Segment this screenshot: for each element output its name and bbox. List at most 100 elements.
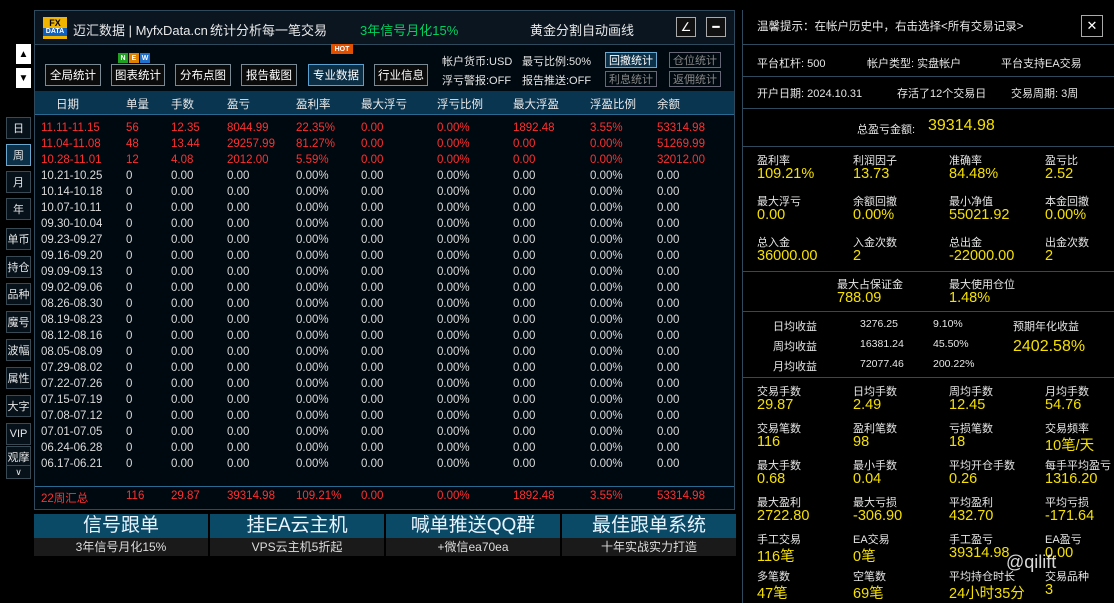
- new-badge-w: W: [140, 53, 150, 63]
- cell-1: 0: [126, 202, 133, 214]
- promo-1[interactable]: 挂EA云主机 VPS云主机5折起: [210, 514, 384, 558]
- interest-stats-button[interactable]: 利息统计: [605, 71, 657, 87]
- grid2-value-11: 1316.20: [1045, 471, 1098, 487]
- nav-button-5[interactable]: 持仓: [6, 256, 31, 278]
- cell-1: 0: [126, 410, 133, 422]
- tab-industry-info[interactable]: 行业信息: [374, 64, 428, 86]
- promo-title[interactable]: 信号跟单: [34, 514, 208, 538]
- tab-pro-data[interactable]: 专业数据: [308, 64, 364, 86]
- cell-3: 0.00: [227, 330, 250, 342]
- cell-4: 0.00%: [296, 298, 329, 310]
- total-cell-8: 3.55%: [590, 490, 623, 502]
- grid2-value-13: -306.90: [853, 508, 903, 524]
- cell-5: 0.00: [361, 330, 384, 342]
- draw-line-button[interactable]: ∠: [676, 17, 696, 37]
- promo-title[interactable]: 最佳跟单系统: [562, 514, 736, 538]
- table-row: 07.08-07.12 0 0.00 0.00 0.00% 0.00 0.00% 0.00 0.…: [35, 410, 734, 426]
- cell-2: 0.00: [171, 314, 194, 326]
- total-cell-7: 1892.48: [513, 490, 555, 502]
- cell-2: 0.00: [171, 234, 194, 246]
- cell-5: 0.00: [361, 378, 384, 390]
- cell-3: 0.00: [227, 410, 250, 422]
- drawdown-stats-button[interactable]: 回撤统计: [605, 52, 657, 68]
- tab-report-screenshot[interactable]: 报告截图: [241, 64, 297, 86]
- total-cell-5: 0.00: [361, 490, 384, 502]
- cell-0: 09.16-09.20: [41, 250, 103, 262]
- watermark: @qilift: [1006, 552, 1057, 572]
- nav-button-0[interactable]: 日: [6, 117, 31, 139]
- promo-title[interactable]: 挂EA云主机: [210, 514, 384, 538]
- cell-0: 09.23-09.27: [41, 234, 103, 246]
- stats-panel: 温馨提示：在帐户历史中，右击选择<所有交易记录> ✕ 平台杠杆: 500 帐户类…: [742, 10, 1114, 603]
- nav-more-button[interactable]: ∨: [6, 465, 31, 479]
- grid2-value-15: -171.64: [1045, 508, 1095, 524]
- cell-3: 0.00: [227, 298, 250, 310]
- report-push[interactable]: 报告推送:OFF: [522, 72, 591, 88]
- cell-8: 0.00%: [590, 458, 623, 470]
- nav-button-6[interactable]: 品种: [6, 283, 31, 305]
- nav-button-3[interactable]: 年: [6, 198, 31, 220]
- float-loss-alarm[interactable]: 浮亏警报:OFF: [442, 72, 511, 88]
- promo-2[interactable]: 喊单推送QQ群 +微信ea70ea: [386, 514, 560, 558]
- promo-title[interactable]: 喊单推送QQ群: [386, 514, 560, 538]
- cell-6: 0.00%: [437, 170, 470, 182]
- golden-section-text[interactable]: 黄金分割自动画线: [530, 20, 634, 39]
- nav-button-10[interactable]: 大字: [6, 395, 31, 417]
- rebate-stats-button[interactable]: 返佣统计: [669, 71, 721, 87]
- table-row: 11.11-11.15 56 12.35 8044.99 22.35% 0.00 0.00%…: [35, 122, 734, 138]
- return-pct-2: 200.22%: [933, 358, 975, 370]
- close-icon[interactable]: ✕: [1081, 15, 1103, 37]
- tab-distribution[interactable]: 分布点图: [175, 64, 231, 86]
- cell-5: 0.00: [361, 346, 384, 358]
- col-header-4: 盈利率: [296, 99, 331, 111]
- cell-0: 11.04-11.08: [41, 138, 101, 150]
- tab-global-stats[interactable]: 全局统计: [45, 64, 101, 86]
- tab-chart-stats[interactable]: 图表统计: [111, 64, 165, 86]
- grid1-value-6: 55021.92: [949, 207, 1010, 223]
- cell-8: 0.00%: [590, 186, 623, 198]
- nav-button-2[interactable]: 月: [6, 171, 31, 193]
- max-loss-ratio[interactable]: 最亏比例:50%: [522, 53, 591, 69]
- cell-1: 0: [126, 218, 133, 230]
- cell-4: 0.00%: [296, 314, 329, 326]
- cell-0: 11.11-11.15: [41, 122, 100, 134]
- nav-button-1[interactable]: 周: [6, 144, 31, 166]
- scroll-down-button[interactable]: ▼: [16, 68, 31, 88]
- promo-3[interactable]: 最佳跟单系统 十年实战实力打造: [562, 514, 736, 558]
- position-stats-button[interactable]: 仓位统计: [669, 52, 721, 68]
- scroll-up-button[interactable]: ▲: [16, 44, 31, 64]
- cell-5: 0.00: [361, 314, 384, 326]
- cell-1: 0: [126, 314, 133, 326]
- nav-button-9[interactable]: 属性: [6, 367, 31, 389]
- nav-button-11[interactable]: VIP: [6, 423, 31, 445]
- cell-0: 07.15-07.19: [41, 394, 103, 406]
- grid2-value-5: 98: [853, 434, 870, 450]
- grid1-value-11: 2: [1045, 248, 1054, 264]
- nav-button-4[interactable]: 单币: [6, 228, 31, 250]
- cell-4: 0.00%: [296, 346, 329, 358]
- cell-3: 8044.99: [227, 122, 269, 134]
- cell-3: 0.00: [227, 266, 250, 278]
- nav-button-8[interactable]: 波幅: [6, 339, 31, 361]
- cell-6: 0.00%: [437, 282, 470, 294]
- cell-3: 0.00: [227, 234, 250, 246]
- main-panel: FX DATA 迈汇数据 | MyfxData.cn 统计分析每一笔交易 3年信号…: [34, 10, 735, 510]
- promo-text[interactable]: 3年信号月化15%: [360, 20, 458, 39]
- nav-button-7[interactable]: 魔号: [6, 311, 31, 333]
- cell-3: 0.00: [227, 202, 250, 214]
- total-cell-3: 39314.98: [227, 490, 275, 502]
- cell-7: 0.00: [513, 314, 536, 326]
- promo-0[interactable]: 信号跟单 3年信号月化15%: [34, 514, 208, 558]
- col-header-1: 单量: [126, 99, 149, 111]
- cell-4: 0.00%: [296, 362, 329, 374]
- cell-0: 09.30-10.04: [41, 218, 103, 230]
- cell-0: 10.14-10.18: [41, 186, 103, 198]
- margin-value-0: 788.09: [837, 290, 882, 306]
- cell-1: 0: [126, 234, 133, 246]
- cell-3: 0.00: [227, 170, 250, 182]
- total-pl-label: 总盈亏金额:: [857, 124, 916, 136]
- total-cell-0: 22周汇总: [41, 493, 89, 505]
- minimize-button[interactable]: ━: [706, 17, 726, 37]
- cell-4: 0.00%: [296, 266, 329, 278]
- cell-5: 0.00: [361, 266, 384, 278]
